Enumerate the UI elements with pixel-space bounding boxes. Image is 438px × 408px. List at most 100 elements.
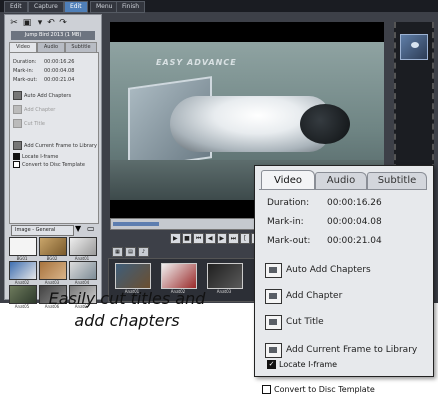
caption-line-1: Easily cut titles and (48, 289, 206, 308)
tab-audio[interactable]: Audio (315, 172, 367, 189)
chapter-icon (13, 105, 22, 114)
undo-icon[interactable]: ↶ (45, 18, 57, 28)
menu-tab-1[interactable]: Edit (4, 1, 28, 13)
left-locate-check[interactable] (13, 153, 20, 160)
left-add-chapter-label: Add Chapter (24, 106, 56, 113)
cut-title-icon (265, 314, 282, 330)
library-thumb (9, 237, 37, 256)
convert-disc-template-checkbox[interactable]: Convert to Disc Template (262, 385, 375, 394)
left-cut-title-label: Cut Title (24, 120, 45, 127)
storyboard-view-icon[interactable]: ▦ (112, 247, 123, 257)
stop-icon[interactable]: ■ (181, 233, 193, 244)
left-locate-iframe-checkbox[interactable]: Locate I-frame (13, 153, 58, 160)
left-tab-audio[interactable]: Audio (37, 42, 65, 52)
storyboard-clip[interactable] (207, 263, 243, 289)
left-add-frame-button[interactable]: Add Current Frame to Library (13, 141, 97, 150)
project-name: Jump Bird 2013 (1 MB) (11, 31, 95, 40)
locate-iframe-check[interactable]: ✓ (267, 360, 276, 369)
markout-value: 00:00:21.04 (327, 236, 382, 246)
library-thumb (39, 237, 67, 256)
scrubber-progress (113, 222, 159, 226)
next-frame-icon[interactable]: ⏭ (228, 233, 239, 244)
library-header: Image - General ▼ ▭ (9, 224, 97, 236)
add-chapter-button[interactable]: Add Chapter (265, 288, 342, 304)
library-item[interactable]: Anat02 (9, 261, 37, 285)
feature-caption: Easily cut titles and add chapters (22, 288, 232, 332)
left-convert-check[interactable] (13, 161, 20, 168)
left-convert-label: Convert to Disc Template (22, 161, 85, 168)
markin-label: Mark-in: (267, 217, 304, 227)
auto-add-chapters-label: Auto Add Chapters (286, 265, 371, 275)
timeline-scrubber[interactable] (110, 218, 272, 230)
cut-title-button[interactable]: Cut Title (265, 314, 324, 330)
add-chapter-label: Add Chapter (286, 291, 343, 301)
left-tabs: Video Audio Subtitle (9, 42, 97, 52)
left-properties: Duration: 00:00:16.26 Mark-in: 00:00:04.… (9, 52, 99, 224)
auto-chapter-icon (13, 91, 22, 100)
menu-tab-menu[interactable]: Menu (90, 1, 119, 13)
play-icon[interactable]: ▶ (170, 233, 181, 244)
cut-title-icon (13, 119, 22, 128)
prev-frame-icon[interactable]: ⏮ (193, 233, 204, 244)
locate-iframe-checkbox[interactable]: ✓ Locate I-frame (267, 360, 337, 369)
mark-in-icon[interactable]: [ (239, 233, 251, 244)
transport-controls: ▶ ■ ⏮ ◀ ▶ ⏭ [ ] (170, 233, 262, 244)
library-thumb (9, 261, 37, 280)
scene-logo-text: EASY ADVANCE (156, 58, 237, 67)
tab-subtitle[interactable]: Subtitle (367, 172, 427, 189)
tab-video[interactable]: Video (261, 170, 315, 190)
scissors-icon[interactable]: ✂ (8, 18, 20, 28)
convert-disc-template-check[interactable] (262, 385, 271, 394)
left-auto-add-label: Auto Add Chapters (24, 92, 72, 99)
library-item[interactable]: BG02 (39, 237, 67, 261)
menu-tab-finish[interactable]: Finish (116, 1, 146, 13)
auto-chapter-icon (265, 262, 282, 278)
chapter-thumbnail-highlight (411, 42, 419, 48)
library-item[interactable]: Anat03 (39, 261, 67, 285)
chapter-icon (265, 288, 282, 304)
timeline-view-icon[interactable]: ▤ (125, 247, 136, 257)
left-duration-label: Duration: (13, 59, 37, 65)
zoomed-properties-panel: Video Audio Subtitle Duration: 00:00:16.… (254, 165, 434, 377)
locate-iframe-label: Locate I-frame (279, 360, 338, 369)
left-add-frame-label: Add Current Frame to Library (24, 142, 97, 149)
left-markout-value: 00:00:21.04 (44, 77, 75, 83)
left-markin-value: 00:00:04.08 (44, 68, 75, 74)
cut-title-label: Cut Title (286, 317, 324, 327)
left-tab-video[interactable]: Video (9, 42, 37, 52)
frame-library-icon (265, 342, 282, 358)
redo-icon[interactable]: ↷ (57, 18, 69, 28)
left-markout-label: Mark-out: (13, 77, 38, 83)
audio-view-icon[interactable]: ♪ (138, 247, 149, 257)
library-item[interactable]: BG01 (9, 237, 37, 261)
library-folder-icon[interactable]: ▭ (87, 224, 95, 233)
left-tab-subtitle[interactable]: Subtitle (65, 42, 97, 52)
markin-value: 00:00:04.08 (327, 217, 382, 227)
left-add-chapter-button[interactable]: Add Chapter (13, 105, 55, 114)
auto-add-chapters-button[interactable]: Auto Add Chapters (265, 262, 371, 278)
library-thumb (69, 261, 97, 280)
library-filter-icon[interactable]: ▼ (75, 224, 81, 233)
storyboard-clip[interactable] (115, 263, 151, 289)
left-markin-label: Mark-in: (13, 68, 34, 74)
menu-tab-edit[interactable]: Edit (64, 1, 88, 13)
library-dropdown[interactable]: Image - General (11, 225, 74, 236)
left-convert-checkbox[interactable]: Convert to Disc Template (13, 161, 85, 168)
menu-tab-capture[interactable]: Capture (28, 1, 64, 13)
markout-label: Mark-out: (267, 236, 311, 246)
storyboard-clip[interactable] (161, 263, 197, 289)
add-frame-label: Add Current Frame to Library (286, 345, 418, 355)
step-forward-icon[interactable]: ▶ (216, 233, 228, 244)
step-back-icon[interactable]: ◀ (204, 233, 216, 244)
duration-label: Duration: (267, 198, 310, 208)
left-duration-value: 00:00:16.26 (44, 59, 75, 65)
left-auto-add-chapters-button[interactable]: Auto Add Chapters (13, 91, 71, 100)
save-icon[interactable]: ▣ (21, 18, 33, 28)
add-frame-to-library-button[interactable]: Add Current Frame to Library (265, 342, 417, 358)
duration-value: 00:00:16.26 (327, 198, 382, 208)
library-thumb (69, 237, 97, 256)
left-cut-title-button[interactable]: Cut Title (13, 119, 45, 128)
library-item[interactable]: Anat01 (69, 237, 97, 261)
library-item[interactable]: Anat04 (69, 261, 97, 285)
video-properties: Duration: 00:00:16.26 Mark-in: 00:00:04.… (259, 189, 427, 372)
